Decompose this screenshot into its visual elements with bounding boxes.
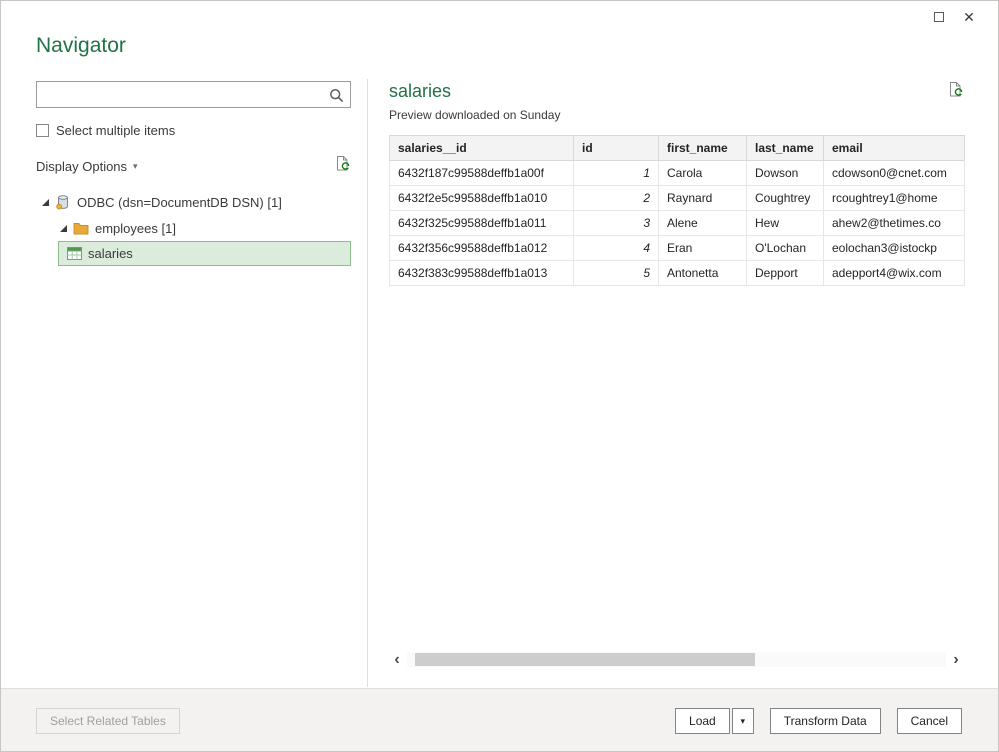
navigator-dialog: ✕ Navigator Select multiple items Displa… bbox=[0, 0, 999, 752]
table-cell: 2 bbox=[574, 186, 659, 211]
preview-table: salaries__id id first_name last_name ema… bbox=[389, 135, 965, 286]
refresh-preview-button[interactable] bbox=[947, 81, 964, 103]
column-header: first_name bbox=[659, 136, 747, 161]
tree-item-label: ODBC (dsn=DocumentDB DSN) [1] bbox=[77, 195, 282, 210]
table-cell: 3 bbox=[574, 211, 659, 236]
table-cell: rcoughtrey1@home bbox=[824, 186, 965, 211]
checkbox-unchecked-icon[interactable] bbox=[36, 124, 49, 137]
footer-actions: Load ▾ Transform Data Cancel bbox=[675, 708, 962, 734]
table-cell: Dowson bbox=[747, 161, 824, 186]
preview-title: salaries bbox=[389, 81, 451, 102]
table-row: 6432f2e5c99588deffb1a010 2 Raynard Cough… bbox=[390, 186, 965, 211]
navigator-tree: ODBC (dsn=DocumentDB DSN) [1] employees … bbox=[36, 189, 351, 266]
column-header: id bbox=[574, 136, 659, 161]
display-options-label: Display Options bbox=[36, 159, 127, 174]
table-cell: cdowson0@cnet.com bbox=[824, 161, 965, 186]
preview-subtitle: Preview downloaded on Sunday bbox=[389, 108, 964, 122]
load-dropdown-button[interactable]: ▾ bbox=[732, 708, 754, 734]
table-cell: O'Lochan bbox=[747, 236, 824, 261]
refresh-document-icon bbox=[947, 81, 964, 98]
table-cell: ahew2@thetimes.co bbox=[824, 211, 965, 236]
database-icon bbox=[55, 194, 71, 210]
panel-divider bbox=[367, 79, 368, 687]
table-row: 6432f356c99588deffb1a012 4 Eran O'Lochan… bbox=[390, 236, 965, 261]
preview-header: salaries bbox=[389, 81, 964, 103]
expand-collapse-icon[interactable] bbox=[42, 199, 49, 206]
table-cell: 1 bbox=[574, 161, 659, 186]
refresh-tree-button[interactable] bbox=[334, 155, 351, 177]
table-cell: Antonetta bbox=[659, 261, 747, 286]
table-cell: 6432f2e5c99588deffb1a010 bbox=[390, 186, 574, 211]
table-row: 6432f383c99588deffb1a013 5 Antonetta Dep… bbox=[390, 261, 965, 286]
close-button[interactable]: ✕ bbox=[954, 4, 984, 30]
display-options-dropdown[interactable]: Display Options ▾ bbox=[36, 159, 138, 174]
select-multiple-label: Select multiple items bbox=[56, 123, 175, 138]
titlebar: ✕ bbox=[1, 1, 998, 33]
table-cell: Coughtrey bbox=[747, 186, 824, 211]
table-cell: 6432f383c99588deffb1a013 bbox=[390, 261, 574, 286]
table-cell: Carola bbox=[659, 161, 747, 186]
table-header-row: salaries__id id first_name last_name ema… bbox=[390, 136, 965, 161]
transform-data-button[interactable]: Transform Data bbox=[770, 708, 881, 734]
column-header: email bbox=[824, 136, 965, 161]
search-box bbox=[36, 81, 351, 108]
page-title: Navigator bbox=[36, 34, 126, 58]
tree-item-label: salaries bbox=[88, 246, 133, 261]
tree-item-label: employees [1] bbox=[95, 221, 176, 236]
table-cell: Raynard bbox=[659, 186, 747, 211]
table-cell: Alene bbox=[659, 211, 747, 236]
expand-collapse-icon[interactable] bbox=[60, 225, 67, 232]
chevron-down-icon: ▾ bbox=[133, 161, 138, 172]
footer-bar: Select Related Tables Load ▾ Transform D… bbox=[1, 688, 998, 752]
table-cell: adepport4@wix.com bbox=[824, 261, 965, 286]
cancel-button[interactable]: Cancel bbox=[897, 708, 962, 734]
table-cell: Eran bbox=[659, 236, 747, 261]
horizontal-scrollbar[interactable]: ‹ › bbox=[389, 651, 964, 668]
display-options-row: Display Options ▾ bbox=[36, 155, 351, 177]
table-cell: 4 bbox=[574, 236, 659, 261]
column-header: last_name bbox=[747, 136, 824, 161]
folder-icon bbox=[73, 221, 89, 235]
preview-panel: salaries Preview downloaded on Sunday sa… bbox=[389, 81, 964, 286]
table-cell: 5 bbox=[574, 261, 659, 286]
scroll-left-arrow[interactable]: ‹ bbox=[389, 651, 405, 668]
left-panel: Select multiple items Display Options ▾ bbox=[36, 81, 351, 266]
table-row: 6432f187c99588deffb1a00f 1 Carola Dowson… bbox=[390, 161, 965, 186]
maximize-icon bbox=[934, 12, 944, 22]
scrollbar-thumb[interactable] bbox=[415, 653, 755, 666]
refresh-document-icon bbox=[334, 155, 351, 172]
table-cell: eolochan3@istockp bbox=[824, 236, 965, 261]
select-related-tables-button[interactable]: Select Related Tables bbox=[36, 708, 180, 734]
load-split-button: Load ▾ bbox=[675, 708, 754, 734]
table-cell: Hew bbox=[747, 211, 824, 236]
table-cell: 6432f187c99588deffb1a00f bbox=[390, 161, 574, 186]
tree-item-odbc[interactable]: ODBC (dsn=DocumentDB DSN) [1] bbox=[36, 189, 351, 215]
tree-item-salaries[interactable]: salaries bbox=[58, 241, 351, 266]
table-cell: 6432f325c99588deffb1a011 bbox=[390, 211, 574, 236]
scroll-right-arrow[interactable]: › bbox=[948, 651, 964, 668]
search-icon[interactable] bbox=[329, 88, 344, 103]
table-cell: 6432f356c99588deffb1a012 bbox=[390, 236, 574, 261]
tree-item-employees[interactable]: employees [1] bbox=[36, 215, 351, 241]
column-header: salaries__id bbox=[390, 136, 574, 161]
table-row: 6432f325c99588deffb1a011 3 Alene Hew ahe… bbox=[390, 211, 965, 236]
table-icon bbox=[67, 247, 82, 260]
load-button[interactable]: Load bbox=[675, 708, 730, 734]
select-multiple-row[interactable]: Select multiple items bbox=[36, 123, 351, 138]
maximize-button[interactable] bbox=[924, 4, 954, 30]
scrollbar-track[interactable] bbox=[407, 652, 946, 667]
table-cell: Depport bbox=[747, 261, 824, 286]
search-input[interactable] bbox=[37, 82, 325, 107]
